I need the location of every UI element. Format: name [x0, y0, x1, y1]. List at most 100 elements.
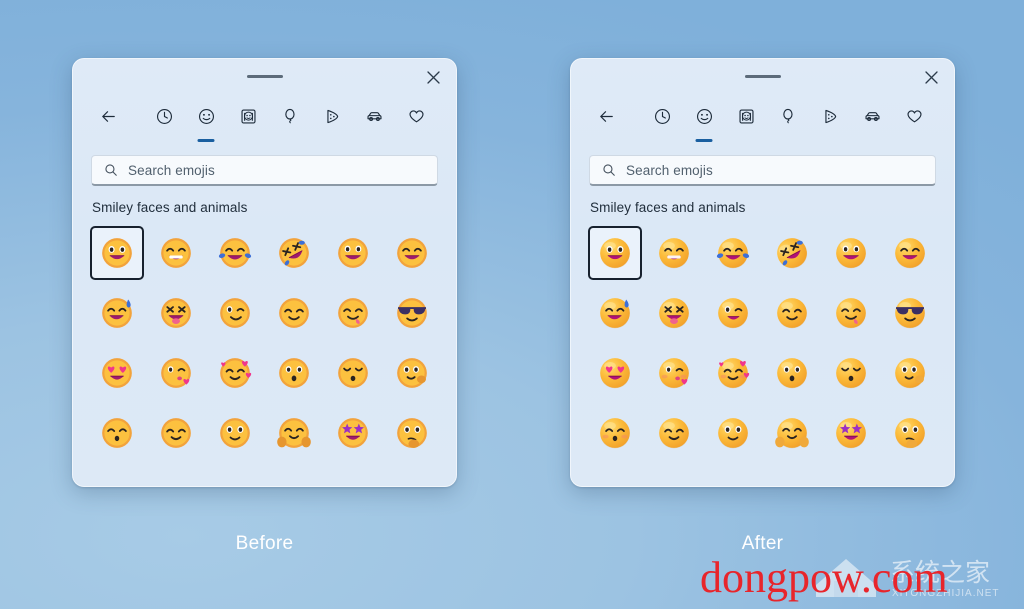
emoji-beaming-face-smiling-eyes[interactable]	[149, 226, 203, 280]
emoji-beaming-face-smiling-eyes[interactable]	[647, 226, 701, 280]
emoji-smiling-face-with-sunglasses[interactable]	[883, 286, 937, 340]
emoji-grinning-face-smiling-eyes[interactable]	[883, 226, 937, 280]
emoji-grinning-face-big-eyes[interactable]	[587, 226, 642, 280]
emoji-slightly-smiling-face[interactable]	[647, 406, 701, 460]
tab-food[interactable]	[315, 99, 349, 133]
emoji-grinning-face-big-eyes[interactable]	[89, 226, 144, 280]
emoji-star-struck[interactable]	[824, 406, 878, 460]
emoji-grinning-face-sweat[interactable]	[588, 286, 642, 340]
caption-before: Before	[235, 533, 294, 554]
tab-smileys[interactable]	[687, 99, 721, 142]
emoji-kissing-face-closed-eyes[interactable]	[824, 346, 878, 400]
search-input[interactable]: Search emojis	[589, 155, 936, 186]
emoji-kissing-face-smiling-eyes[interactable]	[588, 406, 642, 460]
tab-people[interactable]	[729, 99, 763, 133]
grinning-face-icon	[338, 238, 369, 268]
emoji-rolling-on-the-floor-laughing[interactable]	[267, 226, 321, 280]
svg-text:系统之家: 系统之家	[890, 559, 990, 587]
emoji-face-with-tears-of-joy[interactable]	[706, 226, 760, 280]
emoji-kissing-face[interactable]	[267, 346, 321, 400]
face-with-hand-over-mouth-icon	[397, 358, 428, 388]
emoji-smiling-face-with-heart-eyes[interactable]	[588, 346, 642, 400]
emoji-grinning-face[interactable]	[824, 226, 878, 280]
grinning-face-sweat-icon	[101, 298, 132, 328]
rolling-on-the-floor-laughing-icon	[279, 238, 309, 268]
tab-recent[interactable]	[147, 99, 181, 133]
emoji-squinting-face-with-tongue[interactable]	[647, 286, 701, 340]
close-button[interactable]	[918, 66, 944, 88]
rolling-on-the-floor-laughing-icon	[777, 238, 808, 269]
section-title: Smiley faces and animals	[92, 200, 248, 215]
emoji-face-savoring-food[interactable]	[326, 286, 380, 340]
category-tabbar-after	[571, 93, 954, 142]
emoji-smiling-face-with-open-hands[interactable]	[267, 406, 321, 460]
tab-recent[interactable]	[645, 99, 679, 133]
emoji-thinking-face[interactable]	[883, 406, 937, 460]
thinking-face-icon	[397, 418, 428, 448]
tab-smileys[interactable]	[189, 99, 223, 142]
arrow-left-icon	[101, 110, 115, 122]
emoji-grinning-face-smiling-eyes[interactable]	[385, 226, 439, 280]
search-placeholder: Search emojis	[128, 162, 215, 178]
watermark-logo-icon: 系统之家 XITONGZHIJIA.NET	[816, 559, 999, 599]
back-button[interactable]	[589, 99, 623, 133]
emoji-smiling-face-with-heart-eyes[interactable]	[90, 346, 144, 400]
emoji-rolling-on-the-floor-laughing[interactable]	[765, 226, 819, 280]
emoji-slightly-smiling-face[interactable]	[149, 406, 203, 460]
emoji-face-with-hand-over-mouth[interactable]	[385, 346, 439, 400]
emoji-star-struck[interactable]	[326, 406, 380, 460]
emoji-panel-after: Search emojis Smiley faces and animals	[570, 58, 955, 487]
emoji-kissing-face-closed-eyes[interactable]	[326, 346, 380, 400]
emoji-smiling-face-with-open-hands[interactable]	[765, 406, 819, 460]
search-placeholder: Search emojis	[626, 162, 713, 178]
emoji-winking-face[interactable]	[706, 286, 760, 340]
emoji-panel-before: Search emojis Smiley faces and animals	[72, 58, 457, 487]
emoji-squinting-face-with-tongue[interactable]	[149, 286, 203, 340]
screenshot-canvas: Search emojis Smiley faces and animals S…	[0, 0, 1024, 609]
tab-food[interactable]	[813, 99, 847, 133]
emoji-thinking-face[interactable]	[385, 406, 439, 460]
tab-celebration[interactable]	[273, 99, 307, 133]
thinking-face-icon	[895, 418, 926, 449]
kissing-face-closed-eyes-icon	[338, 358, 369, 388]
tab-celebration[interactable]	[771, 99, 805, 133]
tab-travel[interactable]	[855, 99, 889, 133]
emoji-face-with-tears-of-joy[interactable]	[208, 226, 262, 280]
emoji-neutral-smiling-face[interactable]	[706, 406, 760, 460]
emoji-smiling-face-with-sunglasses[interactable]	[385, 286, 439, 340]
emoji-smiling-face-with-hearts[interactable]	[208, 346, 262, 400]
kissing-face-closed-eyes-icon	[836, 358, 867, 389]
emoji-grinning-face[interactable]	[326, 226, 380, 280]
squinting-face-with-tongue-icon	[160, 298, 191, 328]
close-button[interactable]	[420, 66, 446, 88]
emoji-neutral-smiling-face[interactable]	[208, 406, 262, 460]
tab-symbols[interactable]	[897, 99, 931, 133]
panel-titlebar-after	[571, 59, 954, 93]
drag-handle-icon[interactable]	[744, 75, 781, 78]
emoji-kissing-face[interactable]	[765, 346, 819, 400]
emoji-face-savoring-food[interactable]	[824, 286, 878, 340]
kissing-face-smiling-eyes-icon	[101, 418, 132, 448]
emoji-grinning-face-sweat[interactable]	[90, 286, 144, 340]
search-input[interactable]: Search emojis	[91, 155, 438, 186]
emoji-winking-face[interactable]	[208, 286, 262, 340]
emoji-face-with-hand-over-mouth[interactable]	[883, 346, 937, 400]
tab-people[interactable]	[231, 99, 265, 133]
emoji-smiling-face-smiling-eyes[interactable]	[765, 286, 819, 340]
drag-handle-icon[interactable]	[246, 75, 283, 78]
emoji-kissing-face-smiling-eyes[interactable]	[90, 406, 144, 460]
pizza-icon	[326, 109, 338, 123]
smiling-face-with-heart-eyes-icon	[101, 358, 132, 388]
pizza-icon	[824, 109, 836, 123]
kissing-face-icon	[777, 358, 807, 389]
emoji-face-blowing-a-kiss[interactable]	[647, 346, 701, 400]
emoji-smiling-face-with-hearts[interactable]	[706, 346, 760, 400]
smiling-face-with-sunglasses-icon	[397, 298, 428, 328]
emoji-smiling-face-smiling-eyes[interactable]	[267, 286, 321, 340]
tab-symbols[interactable]	[399, 99, 433, 133]
tab-travel[interactable]	[357, 99, 391, 133]
face-savoring-food-icon	[338, 298, 369, 328]
close-icon	[426, 70, 440, 84]
back-button[interactable]	[91, 99, 125, 133]
emoji-face-blowing-a-kiss[interactable]	[149, 346, 203, 400]
